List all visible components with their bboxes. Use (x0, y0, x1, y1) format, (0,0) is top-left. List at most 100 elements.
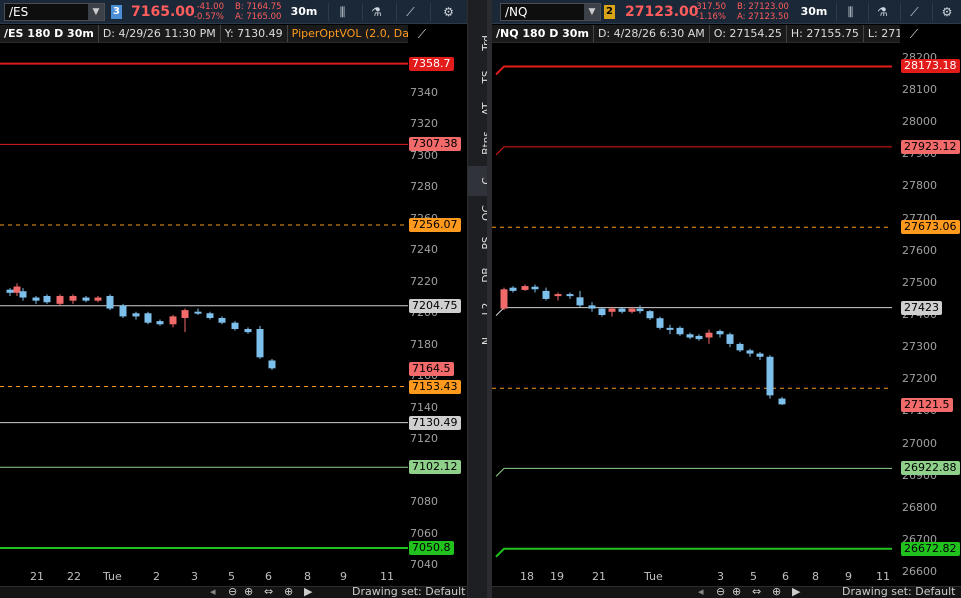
side-tab-trd[interactable]: Trd (468, 28, 493, 58)
price-axis-left[interactable]: 7340732073007280726072407220720071807160… (408, 44, 467, 574)
time-tick: 8 (304, 570, 311, 583)
price-tick: 7120 (410, 432, 438, 446)
time-axis-left[interactable]: 21 22 Tue 2 3 5 6 8 9 11 (0, 570, 408, 586)
candle (608, 308, 616, 312)
candle (268, 360, 276, 369)
info-bar-left: /ES 180 D 30m D: 4/29/26 11:30 PM Y: 7130.… (0, 25, 408, 43)
crosshair-icon[interactable]: ⊕ (284, 585, 293, 598)
candle (94, 297, 102, 301)
candle (746, 350, 754, 354)
ask-value: A: 7165.00 (235, 12, 282, 22)
toolbar-left: /ES ▼ 3 7165.00 -41.00 -0.57% B: 7164.75… (0, 0, 467, 24)
scroll-left-icon[interactable]: ◂ (210, 585, 216, 598)
drawing-tools-icon[interactable]: ⟋ (408, 25, 436, 43)
play-icon[interactable]: ▶ (304, 585, 312, 598)
chevron-down-icon[interactable]: ▼ (584, 4, 600, 20)
side-tab-at[interactable]: AT (468, 94, 493, 124)
symbol-input-right[interactable]: /NQ ▼ (500, 3, 601, 21)
crosshair-icon[interactable]: ⊕ (772, 585, 781, 598)
level-line (495, 467, 892, 477)
side-tab-l2[interactable]: L2 (468, 294, 493, 324)
info-bar-right: /NQ 180 D 30m D: 4/28/26 6:30 AM O: 27154.… (492, 25, 900, 43)
flask-icon[interactable]: ⚗ (362, 3, 390, 21)
play-icon[interactable]: ▶ (792, 585, 800, 598)
candle (256, 329, 264, 358)
drawing-tools-icon[interactable]: ⟋ (900, 25, 928, 43)
time-tick: 6 (782, 570, 789, 583)
pan-icon[interactable]: ⇔ (752, 585, 761, 598)
link-badge[interactable]: 2 (604, 5, 615, 19)
candle (132, 313, 140, 317)
price-tag: 27423 (901, 300, 942, 315)
last-price: 27123.00 (625, 4, 699, 20)
price-plot-right[interactable] (492, 44, 961, 570)
drawing-set-label[interactable]: Drawing set: Default (352, 585, 465, 598)
candle (716, 331, 724, 335)
change-block: -317.50 -1.16% (692, 2, 726, 22)
settings-icon[interactable]: ⚙ (932, 3, 961, 21)
price-tick: 28000 (902, 115, 937, 129)
price-tag: 7358.7 (409, 56, 454, 71)
link-badge[interactable]: 3 (111, 5, 122, 19)
app: /ES ▼ 3 7165.00 -41.00 -0.57% B: 7164.75… (0, 0, 961, 598)
side-tab-btns[interactable]: Btns (468, 128, 493, 158)
time-tick: 3 (191, 570, 198, 583)
price-tag: 7204.75 (409, 298, 461, 313)
candle (705, 332, 713, 338)
candle (531, 286, 539, 290)
candle (736, 343, 744, 351)
candle (756, 353, 764, 357)
pan-icon[interactable]: ⇔ (264, 585, 273, 598)
price-tag: 27121.5 (901, 397, 953, 412)
candle (231, 322, 239, 329)
drawing-tools-icon[interactable]: ⟋ (900, 3, 928, 21)
candle (656, 318, 664, 328)
flask-icon[interactable]: ⚗ (868, 3, 896, 21)
chart-pane-right: /NQ ▼ 2 27123.00 -317.50 -1.16% B: 27123… (492, 0, 961, 598)
side-tab-db[interactable]: DB (468, 260, 493, 290)
time-tick: 21 (592, 570, 606, 583)
price-axis-right[interactable]: 2820028100280002790027800277002760027500… (900, 44, 961, 578)
change-pct: -0.57% (193, 12, 224, 22)
side-tab-n[interactable]: N (468, 326, 493, 356)
candle-style-icon[interactable]: ⫼ (836, 3, 864, 21)
zoom-out-icon[interactable]: ⊖ (228, 585, 237, 598)
price-tag: 27923.12 (901, 139, 960, 154)
zoom-in-icon[interactable]: ⊕ (244, 585, 253, 598)
price-tick: 26800 (902, 500, 937, 514)
chart-title: /ES 180 D 30m (0, 25, 99, 42)
symbol-text: /ES (9, 5, 29, 19)
timeframe-button[interactable]: 30m (797, 3, 831, 21)
side-tab-oc[interactable]: OC (468, 198, 493, 228)
ask-value: A: 27123.50 (737, 12, 789, 22)
study-label[interactable]: PiperOptVOL (2.0, Day) (288, 25, 408, 42)
time-axis-right[interactable]: 18 19 21 Tue 3 5 6 8 9 11 (492, 570, 900, 586)
candle (509, 287, 517, 291)
candle-style-icon[interactable]: ⫼ (328, 3, 356, 21)
symbol-input-left[interactable]: /ES ▼ (4, 3, 105, 21)
settings-icon[interactable]: ⚙ (430, 3, 466, 21)
timeframe-button[interactable]: 30m (287, 3, 321, 21)
candle (576, 297, 584, 306)
chevron-down-icon[interactable]: ▼ (88, 4, 104, 20)
price-tag: 26922.88 (901, 461, 960, 476)
candle (32, 297, 40, 301)
side-tab-ps[interactable]: PS (468, 228, 493, 258)
scroll-left-icon[interactable]: ◂ (698, 585, 704, 598)
zoom-out-icon[interactable]: ⊖ (716, 585, 725, 598)
time-tick: 19 (550, 570, 564, 583)
price-tag: 7164.5 (409, 362, 454, 377)
candle (19, 291, 27, 298)
time-tick: 3 (717, 570, 724, 583)
price-tick: 7140 (410, 400, 438, 414)
candle (542, 290, 550, 299)
time-tick: Tue (103, 570, 122, 583)
side-tab-c[interactable]: C (468, 166, 493, 196)
drawing-set-label[interactable]: Drawing set: Default (842, 585, 955, 598)
price-plot-left[interactable] (0, 44, 467, 570)
drawing-tools-icon[interactable]: ⟋ (396, 3, 424, 21)
price-tick: 7280 (410, 180, 438, 194)
side-tab-ts[interactable]: TS (468, 62, 493, 92)
level-line (495, 547, 892, 558)
zoom-in-icon[interactable]: ⊕ (732, 585, 741, 598)
